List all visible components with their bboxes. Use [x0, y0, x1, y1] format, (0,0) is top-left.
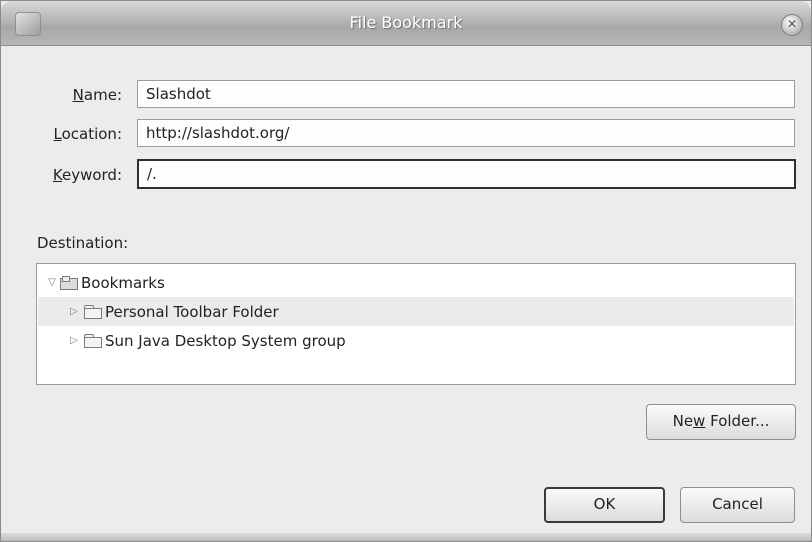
- window-bottom-border: [1, 533, 811, 541]
- tree-row-personal-toolbar-folder[interactable]: ▷ Personal Toolbar Folder: [38, 297, 794, 326]
- triangle-right-icon[interactable]: ▷: [68, 306, 80, 317]
- new-folder-label-pre: Ne: [672, 412, 694, 430]
- name-label-text: ame:: [83, 86, 122, 104]
- file-bookmark-dialog: File Bookmark ✕ Name: Location: Keyword:…: [0, 0, 812, 542]
- tree-row-bookmarks[interactable]: ▽ Bookmarks: [38, 268, 794, 297]
- new-folder-label-post: Folder...: [705, 412, 770, 430]
- location-label-text: ocation:: [61, 125, 122, 143]
- ok-button[interactable]: OK: [544, 487, 665, 523]
- name-field[interactable]: [137, 80, 795, 108]
- location-label: Location:: [21, 125, 123, 143]
- keyword-label-text: eyword:: [61, 166, 122, 184]
- tree-label-sun-java-desktop-system-group: Sun Java Desktop System group: [105, 331, 346, 350]
- new-folder-button[interactable]: New Folder...: [646, 404, 796, 440]
- folder-icon: [84, 305, 102, 319]
- bookmarks-folder-icon: [60, 275, 78, 290]
- keyword-label-mnemonic: K: [52, 166, 62, 184]
- name-label-mnemonic: N: [72, 86, 84, 104]
- location-field[interactable]: [137, 119, 795, 147]
- name-label: Name:: [49, 86, 122, 104]
- location-label-mnemonic: L: [53, 125, 62, 143]
- new-folder-label-mnemonic: w: [693, 412, 706, 430]
- keyword-field[interactable]: [137, 159, 796, 189]
- tree-row-sun-java-desktop-system-group[interactable]: ▷ Sun Java Desktop System group: [38, 326, 794, 355]
- destination-label: Destination:: [37, 234, 129, 252]
- keyword-label: Keyword:: [21, 166, 122, 184]
- triangle-down-icon[interactable]: ▽: [46, 277, 58, 288]
- tree-label-bookmarks: Bookmarks: [81, 273, 165, 292]
- close-icon[interactable]: ✕: [781, 14, 803, 36]
- destination-tree[interactable]: ▽ Bookmarks ▷ Personal Toolbar Folder ▷ …: [36, 263, 796, 385]
- window-title: File Bookmark: [349, 13, 463, 32]
- title-bar[interactable]: File Bookmark ✕: [1, 1, 811, 46]
- folder-icon: [84, 334, 102, 348]
- triangle-right-icon[interactable]: ▷: [68, 335, 80, 346]
- cancel-button[interactable]: Cancel: [680, 487, 795, 523]
- tree-label-personal-toolbar-folder: Personal Toolbar Folder: [105, 302, 279, 321]
